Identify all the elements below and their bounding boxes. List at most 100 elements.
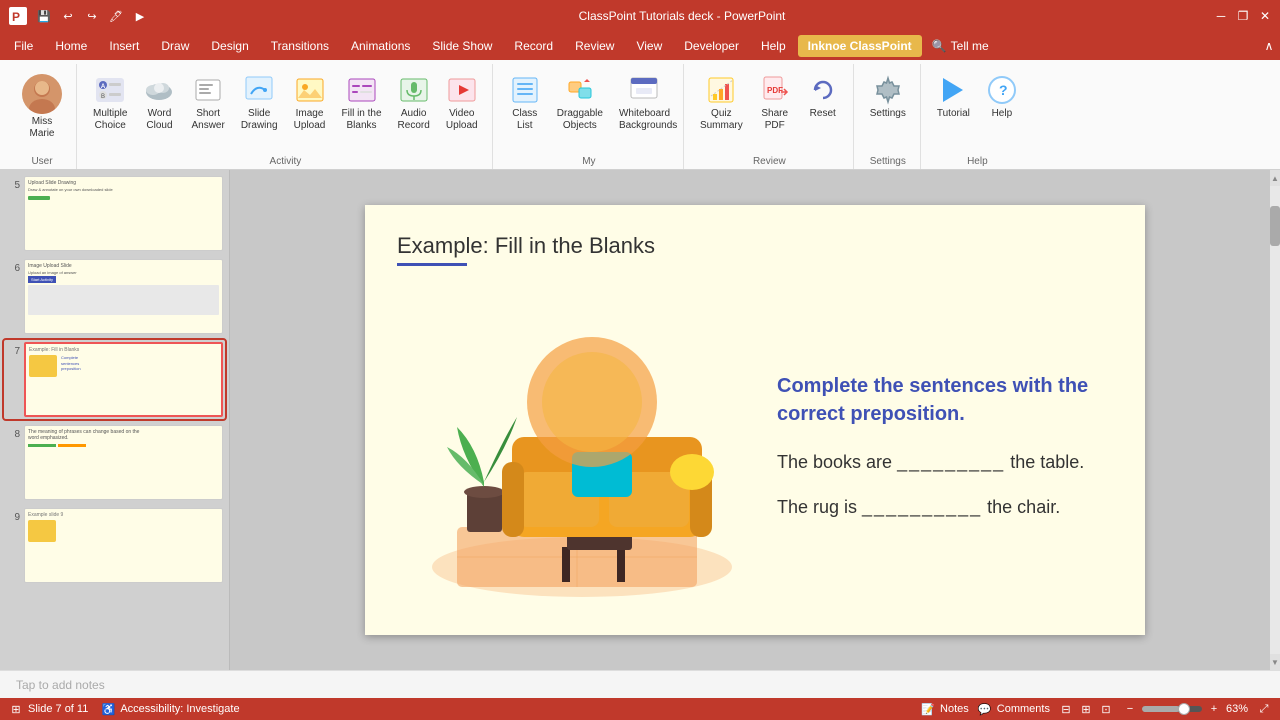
ribbon-group-my-label: My	[503, 154, 675, 169]
slide-text-area: Complete the sentences with the correct …	[777, 282, 1113, 607]
help-label: Help	[992, 108, 1013, 120]
save-quick-btn[interactable]: 💾	[34, 6, 54, 26]
menu-draw[interactable]: Draw	[151, 35, 199, 57]
notes-label: Notes	[940, 703, 969, 715]
minimize-btn[interactable]: ─	[1214, 9, 1228, 23]
ribbon-btn-multiple-choice[interactable]: A B MultipleChoice	[87, 70, 133, 136]
user-avatar	[22, 74, 62, 114]
scroll-down-btn[interactable]: ▼	[1270, 654, 1280, 670]
slide-content-area: Example: Fill in the Blanks	[230, 170, 1280, 670]
accessibility-area[interactable]: ♿ Accessibility: Investigate	[100, 701, 239, 717]
ribbon-btn-short-answer[interactable]: ShortAnswer	[185, 70, 230, 136]
menu-view[interactable]: View	[626, 35, 672, 57]
ribbon-btn-class-list[interactable]: ClassList	[503, 70, 547, 136]
ribbon-btn-slide-drawing[interactable]: SlideDrawing	[235, 70, 284, 136]
normal-view-btn[interactable]: ⊟	[1058, 701, 1074, 717]
slide-panel: 5 Upload Slide Drawing Draw & annotate o…	[0, 170, 230, 670]
user-avatar-btn[interactable]: MissMarie	[16, 70, 68, 144]
slide-title: Example: Fill in the Blanks	[397, 233, 1113, 259]
slide-thumb-8[interactable]: 8 The meaning of phrases can change base…	[4, 423, 225, 502]
menu-insert[interactable]: Insert	[99, 35, 149, 57]
zoom-in-btn[interactable]: +	[1206, 701, 1222, 717]
svg-text:P: P	[12, 10, 20, 24]
slide-title-row: Example: Fill in the Blanks	[397, 233, 1113, 266]
ribbon-btn-word-cloud[interactable]: WordCloud	[137, 70, 181, 136]
ribbon-btn-reset[interactable]: Reset	[801, 70, 845, 124]
ribbon-btn-quiz-summary[interactable]: QuizSummary	[694, 70, 749, 136]
search-icon: 🔍	[932, 39, 947, 53]
zoom-out-btn[interactable]: −	[1122, 701, 1138, 717]
draw-quick-btn[interactable]: 🖊	[106, 6, 126, 26]
slide-info-area: ⊞ Slide 7 of 11	[8, 701, 88, 717]
comments-btn[interactable]: 💬 Comments	[977, 701, 1050, 717]
slide-num-8: 8	[6, 425, 20, 440]
menu-animations[interactable]: Animations	[341, 35, 420, 57]
ribbon-btn-image-upload[interactable]: ImageUpload	[288, 70, 332, 136]
powerpoint-icon: P	[8, 6, 28, 26]
ribbon-btn-fill-blanks[interactable]: Fill in theBlanks	[336, 70, 388, 136]
whiteboard-label: WhiteboardBackgrounds	[619, 108, 669, 132]
ribbon-btn-draggable[interactable]: DraggableObjects	[551, 70, 609, 136]
reading-view-btn[interactable]: ⊞	[1078, 701, 1094, 717]
zoom-controls: − + 63%	[1122, 701, 1248, 717]
menu-design[interactable]: Design	[201, 35, 258, 57]
tell-me-label: Tell me	[951, 39, 989, 53]
slide-icon: ⊞	[8, 701, 24, 717]
menu-slideshow[interactable]: Slide Show	[422, 35, 502, 57]
scroll-up-btn[interactable]: ▲	[1270, 170, 1280, 186]
ribbon-btn-video-upload[interactable]: VideoUpload	[440, 70, 484, 136]
scroll-bar-right[interactable]: ▲ ▼	[1270, 170, 1280, 670]
menu-record[interactable]: Record	[504, 35, 563, 57]
menu-developer[interactable]: Developer	[674, 35, 749, 57]
menu-bar: File Home Insert Draw Design Transitions…	[0, 32, 1280, 60]
slide-thumb-img-8: The meaning of phrases can change based …	[24, 425, 223, 500]
slide-thumb-9[interactable]: 9 Example slide 9	[4, 506, 225, 585]
redo-quick-btn[interactable]: ↪	[82, 6, 102, 26]
tell-me-area[interactable]: 🔍 Tell me	[924, 35, 997, 57]
scroll-thumb[interactable]	[1270, 206, 1280, 246]
undo-quick-btn[interactable]: ↩	[58, 6, 78, 26]
slide-info: Slide 7 of 11	[28, 703, 88, 715]
svg-text:?: ?	[999, 82, 1008, 98]
ribbon-btn-settings[interactable]: Settings	[864, 70, 912, 124]
slideshow-view-btn[interactable]: ⊡	[1098, 701, 1114, 717]
word-cloud-icon	[143, 74, 175, 106]
slide-sentence-1: The books are _________ the table.	[777, 452, 1113, 473]
menu-file[interactable]: File	[4, 35, 43, 57]
notes-bar[interactable]: Tap to add notes	[0, 670, 1280, 698]
view-controls: ⊟ ⊞ ⊡	[1058, 701, 1114, 717]
ribbon-btn-audio-record[interactable]: AudioRecord	[392, 70, 436, 136]
ribbon-btn-tutorial[interactable]: Tutorial	[931, 70, 976, 124]
fit-screen-btn[interactable]: ⤢	[1256, 701, 1272, 717]
present-quick-btn[interactable]: ▶	[130, 6, 150, 26]
ribbon-group-activity: A B MultipleChoice	[79, 64, 493, 169]
slide-drawing-label: SlideDrawing	[241, 108, 278, 132]
notes-btn[interactable]: 📝 Notes	[920, 701, 969, 717]
ribbon-btn-help[interactable]: ? Help	[980, 70, 1024, 124]
slide-thumb-6[interactable]: 6 Image Upload Slide Upload an image of …	[4, 257, 225, 336]
ribbon-collapse-btn[interactable]: ∧	[1262, 39, 1276, 53]
menu-classpoint[interactable]: Inknoe ClassPoint	[798, 35, 922, 57]
status-left: ⊞ Slide 7 of 11 ♿ Accessibility: Investi…	[8, 701, 240, 717]
menu-transitions[interactable]: Transitions	[261, 35, 339, 57]
short-answer-label: ShortAnswer	[191, 108, 224, 132]
slide-canvas: Example: Fill in the Blanks	[365, 205, 1145, 635]
menu-home[interactable]: Home	[45, 35, 97, 57]
zoom-slider[interactable]	[1142, 706, 1202, 712]
close-btn[interactable]: ✕	[1258, 9, 1272, 23]
slide-title-underline	[397, 263, 467, 266]
short-answer-icon	[192, 74, 224, 106]
ribbon-btn-whiteboard[interactable]: WhiteboardBackgrounds	[613, 70, 675, 136]
ribbon-group-review: QuizSummary PDF SharePDF	[686, 64, 854, 169]
restore-btn[interactable]: ❐	[1236, 9, 1250, 23]
ribbon-btn-share-pdf[interactable]: PDF SharePDF	[753, 70, 797, 136]
slide-num-9: 9	[6, 508, 20, 523]
multiple-choice-icon: A B	[94, 74, 126, 106]
menu-help[interactable]: Help	[751, 35, 796, 57]
slide-thumb-5[interactable]: 5 Upload Slide Drawing Draw & annotate o…	[4, 174, 225, 253]
notes-icon: 📝	[920, 701, 936, 717]
room-illustration	[407, 327, 747, 607]
slide-thumb-7[interactable]: 7 Example: Fill in Blanks Completesenten…	[4, 340, 225, 419]
video-upload-label: VideoUpload	[446, 108, 478, 132]
menu-review[interactable]: Review	[565, 35, 624, 57]
